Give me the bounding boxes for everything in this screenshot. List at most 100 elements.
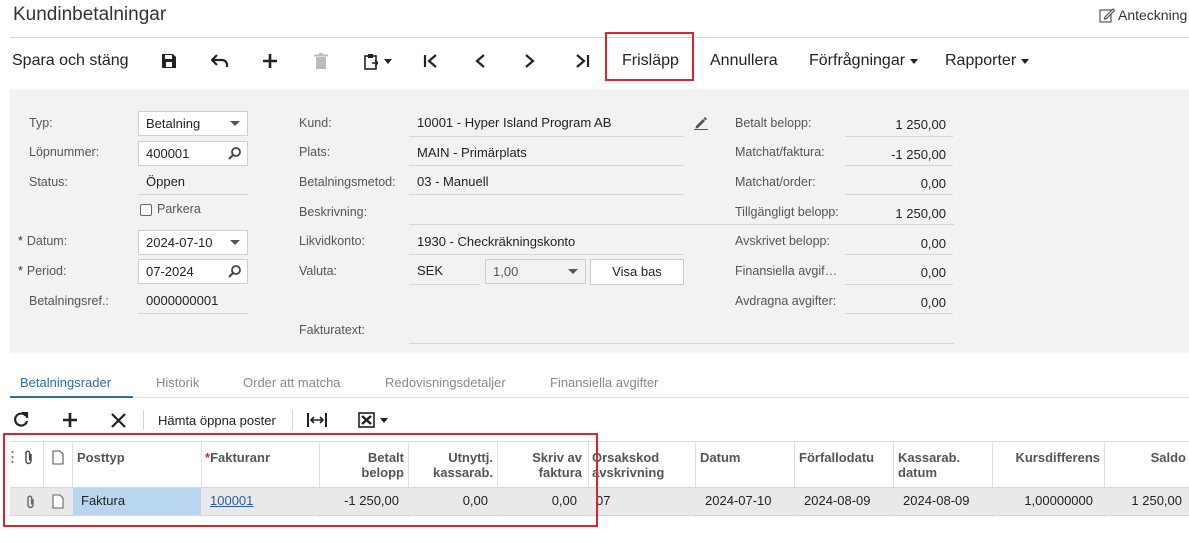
notes-link[interactable]: Anteckning xyxy=(1099,7,1187,23)
save-icon xyxy=(162,54,176,68)
applied-invoice-value: -1 250,00 xyxy=(891,147,946,162)
page-title: Kundinbetalningar xyxy=(13,4,167,25)
location-selector[interactable]: MAIN - Primärplats xyxy=(417,142,527,166)
cell-forfallodatum[interactable]: 2024-08-09 xyxy=(804,493,871,508)
export-excel-menu[interactable] xyxy=(358,406,388,434)
next-record-button[interactable] xyxy=(524,38,536,84)
deducted-charges-label: Avdragna avgifter: xyxy=(735,294,837,308)
currency-selector[interactable]: SEK xyxy=(417,260,443,284)
applied-invoice-underline xyxy=(845,165,953,166)
tab-history[interactable]: Historik xyxy=(156,375,199,390)
fit-columns-button[interactable] xyxy=(307,406,327,434)
currency-label: Valuta: xyxy=(299,264,337,278)
cancel-button[interactable]: Annullera xyxy=(710,38,778,84)
type-select[interactable]: Betalning xyxy=(138,111,248,136)
tab-financial-details[interactable]: Redovisningsdetaljer xyxy=(385,375,506,390)
tab-bar: Betalningsrader Historik Order att match… xyxy=(10,369,1189,398)
chevron-down-icon xyxy=(230,121,240,126)
location-label: Plats: xyxy=(299,145,331,159)
hold-checkbox[interactable] xyxy=(140,204,152,216)
required-marker: * xyxy=(18,234,23,248)
number-selector[interactable]: 400001 xyxy=(138,141,248,166)
cash-account-label: Likvidkonto: xyxy=(299,234,366,248)
tab-finance-charges[interactable]: Finansiella avgifter xyxy=(550,375,658,390)
payment-ref-input[interactable]: 0000000001 xyxy=(146,290,218,314)
save-close-button[interactable]: Spara och stäng xyxy=(12,38,129,84)
cancel-label: Annullera xyxy=(710,52,778,69)
cell-kassarab-datum[interactable]: 2024-08-09 xyxy=(903,493,970,508)
column-header-forfallodatum[interactable]: Förfallodatu xyxy=(799,450,874,465)
load-open-items-label: Hämta öppna poster xyxy=(158,412,276,428)
trash-icon xyxy=(314,53,328,69)
number-value: 400001 xyxy=(146,146,190,161)
previous-record-button[interactable] xyxy=(474,38,486,84)
show-base-button[interactable]: Visa bas xyxy=(590,259,684,285)
number-label: Löpnummer: xyxy=(29,145,100,159)
main-toolbar: Spara och stäng Frisläpp Annullera Förfr… xyxy=(0,38,1189,84)
add-row-button[interactable] xyxy=(62,406,78,434)
cell-saldo[interactable]: 1 250,00 xyxy=(1105,493,1182,508)
tab-payment-lines[interactable]: Betalningsrader xyxy=(20,375,111,390)
available-label: Tillgängligt belopp: xyxy=(735,205,839,219)
plus-icon xyxy=(263,54,277,68)
kassarab-header-line1: Kassarab. xyxy=(898,450,961,465)
column-header-saldo[interactable]: Saldo xyxy=(1105,450,1186,465)
delete-button[interactable] xyxy=(314,38,328,84)
customer-label: Kund: xyxy=(299,116,332,130)
paid-amount-underline xyxy=(845,136,953,137)
description-label: Beskrivning: xyxy=(299,205,368,219)
type-value: Betalning xyxy=(146,116,201,131)
payment-method-underline xyxy=(409,194,684,195)
cell-orsakskod[interactable]: 07 xyxy=(596,493,610,508)
invoice-text-underline xyxy=(409,343,954,344)
refresh-button[interactable] xyxy=(13,406,29,434)
orsak-header-line2: avskrivning xyxy=(592,465,665,480)
deducted-charges-value: 0,00 xyxy=(920,295,946,310)
date-value: 2024-07-10 xyxy=(146,235,213,250)
rate-select[interactable]: 1,00 xyxy=(485,259,586,284)
status-label: Status: xyxy=(29,175,68,189)
reports-menu[interactable]: Rapporter xyxy=(945,38,1030,84)
writeoff-value: 0,00 xyxy=(920,236,946,251)
delete-row-button[interactable] xyxy=(111,406,126,434)
cell-kursdifferens[interactable]: 1,00000000 xyxy=(993,493,1093,508)
undo-icon xyxy=(211,54,229,67)
column-header-datum[interactable]: Datum xyxy=(700,450,740,465)
column-header-kassarab-datum[interactable]: Kassarab. datum xyxy=(898,450,960,480)
inquiries-menu[interactable]: Förfrågningar xyxy=(809,38,919,84)
last-icon xyxy=(576,54,590,68)
plus-icon xyxy=(63,413,77,427)
customer-selector[interactable]: 10001 - Hyper Island Program AB xyxy=(417,112,611,136)
last-record-button[interactable] xyxy=(574,38,590,84)
save-button[interactable] xyxy=(161,38,177,84)
date-picker[interactable]: 2024-07-10 xyxy=(138,230,248,255)
cell-datum[interactable]: 2024-07-10 xyxy=(705,493,772,508)
applied-order-value: 0,00 xyxy=(920,176,946,191)
period-label: * Period: xyxy=(18,264,66,278)
fit-width-icon xyxy=(307,413,327,427)
date-label-text: Datum: xyxy=(26,234,68,248)
chevron-down-icon xyxy=(910,58,919,64)
required-marker: * xyxy=(18,264,23,278)
first-record-button[interactable] xyxy=(423,38,439,84)
paid-amount-value[interactable]: 1 250,00 xyxy=(846,117,946,132)
status-underline xyxy=(138,194,248,195)
edit-note-icon xyxy=(1099,8,1115,23)
clipboard-menu-button[interactable] xyxy=(364,38,392,84)
load-open-items-button[interactable]: Hämta öppna poster xyxy=(158,406,276,434)
payment-method-selector[interactable]: 03 - Manuell xyxy=(417,171,489,195)
add-button[interactable] xyxy=(262,38,278,84)
tab-orders-to-apply[interactable]: Order att matcha xyxy=(243,375,341,390)
column-header-kursdifferens[interactable]: Kursdifferens xyxy=(993,450,1100,465)
cash-account-selector[interactable]: 1930 - Checkräkningskonto xyxy=(417,231,575,255)
toolbar-separator xyxy=(143,410,144,430)
undo-button[interactable] xyxy=(211,38,229,84)
date-label: * Datum: xyxy=(18,234,67,248)
chevron-down-icon xyxy=(380,417,388,423)
notes-label: Anteckning xyxy=(1118,7,1188,23)
period-selector[interactable]: 07-2024 xyxy=(138,259,248,284)
first-icon xyxy=(423,54,437,68)
kassarab-header-line2: datum xyxy=(898,465,937,480)
pencil-icon[interactable] xyxy=(694,116,708,130)
column-header-orsakskod[interactable]: Orsakskod avskrivning xyxy=(592,450,664,480)
